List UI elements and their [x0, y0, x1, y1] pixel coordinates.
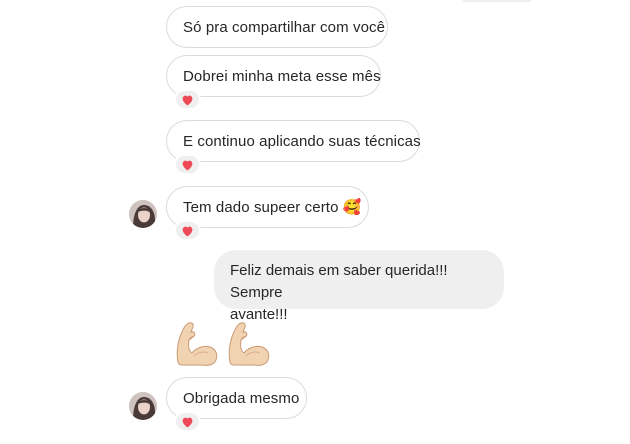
heart-icon — [181, 159, 194, 171]
emoji-message[interactable] — [172, 318, 272, 368]
message-text: E continuo aplicando suas técnicas — [183, 132, 421, 150]
flexed-biceps-icon — [224, 318, 272, 368]
avatar[interactable] — [129, 200, 157, 228]
message-text: Só pra compartilhar com você — [183, 18, 386, 36]
message-text-line: Feliz demais em saber querida!!! Sempre — [230, 262, 448, 301]
heart-icon — [181, 225, 194, 237]
message-reaction[interactable] — [174, 89, 201, 110]
message-text: Obrigada mesmo — [183, 389, 300, 407]
message-text: Dobrei minha meta esse mês — [183, 67, 381, 85]
incoming-message[interactable]: Só pra compartilhar com você — [166, 6, 388, 48]
message-reaction[interactable] — [174, 154, 201, 175]
incoming-message[interactable]: E continuo aplicando suas técnicas — [166, 120, 421, 162]
message-reaction[interactable] — [174, 220, 201, 241]
heart-icon — [181, 416, 194, 428]
message-text: Tem dado supeer certo 🥰 — [183, 199, 362, 216]
heart-icon — [181, 94, 194, 106]
avatar[interactable] — [129, 392, 157, 420]
flexed-biceps-icon — [172, 318, 220, 368]
incoming-message[interactable]: Dobrei minha meta esse mês — [166, 55, 381, 97]
previous-message-edge — [462, 0, 532, 2]
message-reaction[interactable] — [174, 411, 201, 432]
outgoing-message[interactable]: Feliz demais em saber querida!!! Sempre … — [214, 250, 504, 323]
